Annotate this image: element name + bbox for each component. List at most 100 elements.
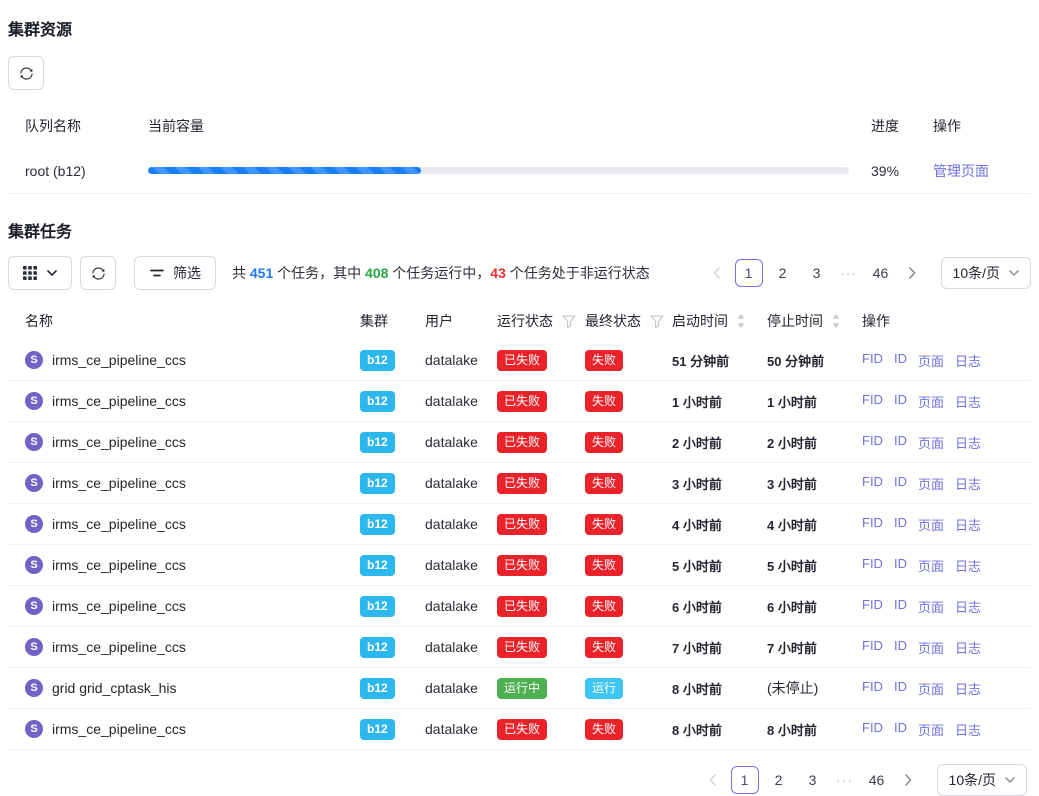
chevron-down-icon <box>47 270 57 276</box>
next-page-icon[interactable] <box>901 260 925 286</box>
cluster-badge: b12 <box>360 596 395 617</box>
id-link[interactable]: ID <box>894 556 907 575</box>
page-link[interactable]: 页面 <box>918 392 944 411</box>
chevron-down-icon <box>1005 777 1015 783</box>
log-link[interactable]: 日志 <box>955 720 981 739</box>
table-row: S irms_ce_pipeline_ccs b12 datalake 已失败 … <box>8 422 1031 463</box>
columns-settings-button[interactable] <box>8 256 72 290</box>
start-time: 7 小时前 <box>672 638 767 657</box>
log-link[interactable]: 日志 <box>955 556 981 575</box>
log-link[interactable]: 日志 <box>955 474 981 493</box>
fid-link[interactable]: FID <box>862 474 883 493</box>
start-time: 8 小时前 <box>672 679 767 698</box>
cluster-badge: b12 <box>360 514 395 535</box>
log-link[interactable]: 日志 <box>955 679 981 698</box>
prev-page-icon[interactable] <box>705 260 729 286</box>
filter-lines-icon <box>149 267 165 279</box>
start-time: 2 小时前 <box>672 433 767 452</box>
task-name: irms_ce_pipeline_ccs <box>52 352 186 368</box>
start-time-sort-icon[interactable] <box>737 314 745 328</box>
id-link[interactable]: ID <box>894 515 907 534</box>
queue-name: root (b12) <box>25 163 148 179</box>
id-link[interactable]: ID <box>894 392 907 411</box>
fid-link[interactable]: FID <box>862 392 883 411</box>
page-size-select[interactable]: 10条/页 <box>941 257 1031 289</box>
log-link[interactable]: 日志 <box>955 597 981 616</box>
id-link[interactable]: ID <box>894 597 907 616</box>
stop-time: (未停止) <box>767 678 862 698</box>
page-size-select[interactable]: 10条/页 <box>937 764 1027 796</box>
final-status-badge: 失败 <box>585 473 623 494</box>
avatar: S <box>25 638 43 656</box>
avatar: S <box>25 474 43 492</box>
page-46[interactable]: 46 <box>867 259 895 287</box>
start-time: 8 小时前 <box>672 720 767 739</box>
avatar: S <box>25 597 43 615</box>
filter-button[interactable]: 筛选 <box>134 256 216 290</box>
task-user: datalake <box>425 434 497 450</box>
task-name: irms_ce_pipeline_ccs <box>52 516 186 532</box>
task-name: irms_ce_pipeline_ccs <box>52 598 186 614</box>
run-status-badge: 已失败 <box>497 719 547 740</box>
id-link[interactable]: ID <box>894 433 907 452</box>
stop-time-sort-icon[interactable] <box>832 314 840 328</box>
stop-time: 2 小时前 <box>767 433 862 452</box>
fid-link[interactable]: FID <box>862 597 883 616</box>
filter-button-label: 筛选 <box>173 263 201 283</box>
task-name: irms_ce_pipeline_ccs <box>52 475 186 491</box>
log-link[interactable]: 日志 <box>955 351 981 370</box>
task-name: irms_ce_pipeline_ccs <box>52 557 186 573</box>
run-status-filter-icon[interactable] <box>562 315 576 328</box>
final-status-filter-icon[interactable] <box>650 315 664 328</box>
fid-link[interactable]: FID <box>862 515 883 534</box>
id-link[interactable]: ID <box>894 351 907 370</box>
fid-link[interactable]: FID <box>862 433 883 452</box>
log-link[interactable]: 日志 <box>955 638 981 657</box>
log-link[interactable]: 日志 <box>955 392 981 411</box>
cluster-badge: b12 <box>360 678 395 699</box>
page-ellipsis[interactable]: ··· <box>833 772 857 788</box>
id-link[interactable]: ID <box>894 638 907 657</box>
page-link[interactable]: 页面 <box>918 720 944 739</box>
page-3[interactable]: 3 <box>803 259 831 287</box>
log-link[interactable]: 日志 <box>955 515 981 534</box>
table-row: S irms_ce_pipeline_ccs b12 datalake 已失败 … <box>8 545 1031 586</box>
log-link[interactable]: 日志 <box>955 433 981 452</box>
fid-link[interactable]: FID <box>862 638 883 657</box>
stop-time: 6 小时前 <box>767 597 862 616</box>
fid-link[interactable]: FID <box>862 351 883 370</box>
page-link[interactable]: 页面 <box>918 597 944 616</box>
page-1[interactable]: 1 <box>735 259 763 287</box>
next-page-icon[interactable] <box>897 767 921 793</box>
tasks-refresh-button[interactable] <box>80 256 116 290</box>
manage-page-link[interactable]: 管理页面 <box>933 163 989 179</box>
fid-link[interactable]: FID <box>862 720 883 739</box>
id-link[interactable]: ID <box>894 679 907 698</box>
table-row: S irms_ce_pipeline_ccs b12 datalake 已失败 … <box>8 504 1031 545</box>
resources-refresh-button[interactable] <box>8 56 44 90</box>
page-link[interactable]: 页面 <box>918 351 944 370</box>
fid-link[interactable]: FID <box>862 679 883 698</box>
final-status-badge: 失败 <box>585 391 623 412</box>
pagination-top: 1 2 3 ··· 46 10条/页 <box>705 257 1031 289</box>
page-link[interactable]: 页面 <box>918 638 944 657</box>
page-ellipsis[interactable]: ··· <box>837 265 861 281</box>
stop-time: 1 小时前 <box>767 392 862 411</box>
page-link[interactable]: 页面 <box>918 679 944 698</box>
page-link[interactable]: 页面 <box>918 474 944 493</box>
task-user: datalake <box>425 721 497 737</box>
id-link[interactable]: ID <box>894 474 907 493</box>
id-link[interactable]: ID <box>894 720 907 739</box>
page-link[interactable]: 页面 <box>918 556 944 575</box>
queue-table-header: 队列名称 当前容量 进度 操作 <box>8 104 1031 148</box>
non-running-tasks-count: 43 <box>490 265 506 281</box>
stop-time: 5 小时前 <box>767 556 862 575</box>
prev-page-icon[interactable] <box>701 767 725 793</box>
avatar: S <box>25 515 43 533</box>
avatar: S <box>25 392 43 410</box>
page-link[interactable]: 页面 <box>918 515 944 534</box>
page-2[interactable]: 2 <box>769 259 797 287</box>
page-link[interactable]: 页面 <box>918 433 944 452</box>
fid-link[interactable]: FID <box>862 556 883 575</box>
stop-time: 8 小时前 <box>767 720 862 739</box>
